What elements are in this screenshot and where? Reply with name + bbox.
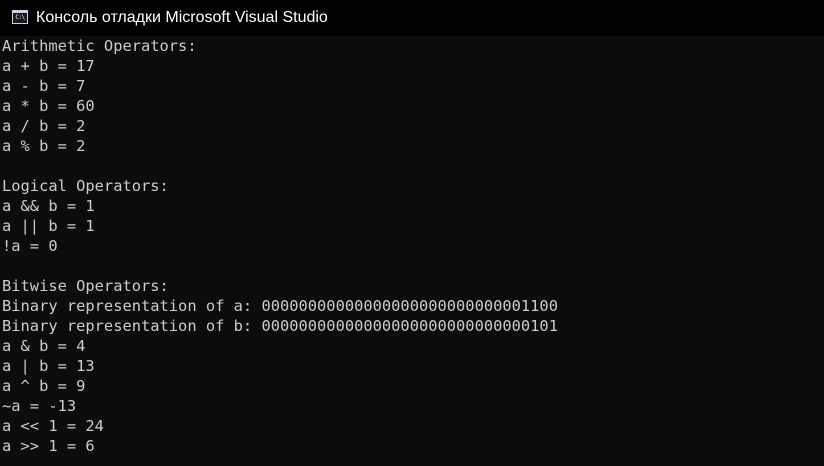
console-line: a - b = 7 xyxy=(2,77,86,95)
console-window: C:\ Консоль отладки Microsoft Visual Stu… xyxy=(0,0,824,466)
console-line: a % b = 2 xyxy=(2,137,86,155)
console-prompt-glyph: C:\ xyxy=(15,14,25,21)
console-line: Binary representation of a: 000000000000… xyxy=(2,297,558,315)
console-line: !a = 0 xyxy=(2,237,58,255)
console-line: Logical Operators: xyxy=(2,177,169,195)
window-title: Консоль отладки Microsoft Visual Studio xyxy=(36,9,328,26)
console-line: a * b = 60 xyxy=(2,97,95,115)
console-line: Binary representation of b: 000000000000… xyxy=(2,317,558,335)
console-line: a / b = 2 xyxy=(2,117,86,135)
console-line: a << 1 = 24 xyxy=(2,417,104,435)
console-line: a ^ b = 9 xyxy=(2,377,86,395)
console-line: a + b = 17 xyxy=(2,57,95,75)
console-line: ~a = -13 xyxy=(2,397,77,415)
console-app-icon[interactable]: C:\ xyxy=(12,10,28,24)
console-line: Arithmetic Operators: xyxy=(2,37,197,55)
console-line: a && b = 1 xyxy=(2,197,95,215)
console-output[interactable]: Arithmetic Operators: a + b = 17 a - b =… xyxy=(2,36,822,466)
console-line: a || b = 1 xyxy=(2,217,95,235)
console-line: Bitwise Operators: xyxy=(2,277,169,295)
console-line: a | b = 13 xyxy=(2,357,95,375)
console-line: a & b = 4 xyxy=(2,337,86,355)
console-line: a >> 1 = 6 xyxy=(2,437,95,455)
title-bar[interactable]: C:\ Консоль отладки Microsoft Visual Stu… xyxy=(0,0,824,36)
